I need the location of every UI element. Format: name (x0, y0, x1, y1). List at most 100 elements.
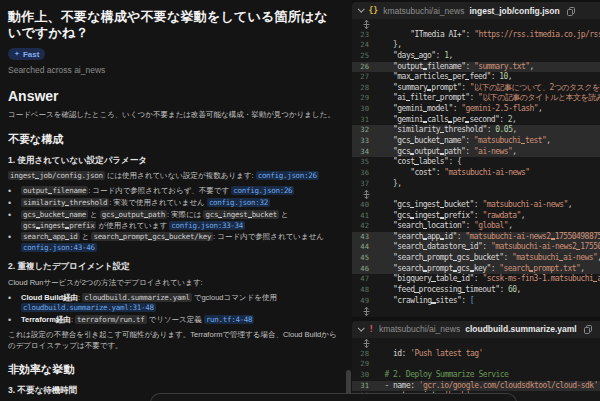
expand-lines-icon[interactable] (363, 339, 370, 348)
file-reference-link[interactable]: config.json:43-46 (21, 243, 97, 252)
code-file-block: {}kmatsubuchi/ai_newsingest_job/config.j… (352, 2, 600, 317)
file-reference-link[interactable]: config.json:26 (231, 186, 294, 195)
underscore-glyph (436, 100, 440, 101)
code-line: 43 "searchappid": "matsubuchi-ai-news217… (352, 232, 600, 243)
code-text: "costlabels": { (376, 157, 600, 168)
underscore-glyph (431, 281, 435, 282)
underscore-glyph (423, 68, 427, 69)
code-line: 37 }, (352, 179, 600, 190)
underscore-glyph (529, 270, 533, 271)
underscore-glyph (65, 227, 69, 228)
line-number: 28 (352, 83, 374, 94)
inline-code-chip: cloudbuild.summarize.yaml (82, 293, 191, 302)
inline-code-chip: searchpromptgcsbucket/key (91, 232, 213, 241)
file-code-body: 23 "ITmedia AI+": "https://rss.itmedia.c… (352, 19, 600, 317)
inline-code-chip: outputfilename (21, 186, 88, 195)
code-line: 46 "searchpromptgcskey": "searchprompt.t… (352, 264, 600, 275)
copy-icon[interactable] (567, 2, 575, 20)
code-line: 45 "searchpromptgcsbucket": "matsubuchia… (352, 253, 600, 264)
underscore-glyph (410, 79, 414, 80)
code-line: 40 "gcsingestbucket": "matsubuchi-ai-new… (352, 200, 600, 211)
file-reference-link[interactable]: config.json:32 (207, 198, 270, 207)
chevron-down-icon[interactable] (358, 325, 364, 331)
underscore-glyph (36, 227, 40, 228)
file-header[interactable]: {}kmatsubuchi/ai_newsingest_job/config.j… (352, 2, 600, 19)
underscore-glyph (521, 143, 525, 144)
code-line: 30 # 2. Deploy Summarize Service (352, 370, 600, 381)
answer-section-heading: 2. 重複したデプロイメント設定 (8, 261, 342, 273)
inline-code-chip: ingestjob/config.json (8, 171, 105, 180)
underscore-glyph (559, 260, 563, 261)
copy-icon[interactable] (584, 321, 592, 339)
file-header[interactable]: !kmatsubuchi/ai_newscloudbuild.summarize… (352, 321, 600, 338)
bold-label: Cloud Build経由 (21, 293, 78, 302)
underscore-glyph (406, 100, 410, 101)
underscore-glyph (218, 217, 222, 218)
code-text: # 2. Deploy Summarize Service (376, 370, 600, 381)
chevron-down-icon[interactable] (358, 6, 364, 12)
code-line: 23 "ITmedia AI+": "https://rss.itmedia.c… (352, 30, 600, 41)
code-text: }, (376, 40, 600, 51)
code-text: "outputfilename": "summary.txt", (376, 62, 600, 73)
bullet-marker: • (8, 198, 21, 208)
underscore-glyph (465, 249, 469, 250)
underscore-glyph (65, 217, 69, 218)
code-text: "cost": "matsubuchi-ai-news" (376, 168, 600, 179)
code-text: "ITmedia AI+": "https://rss.itmedia.co.j… (376, 30, 600, 41)
line-number: 30 (352, 370, 374, 381)
code-text: "geminicallspersecond": 2, (376, 115, 600, 126)
line-number: 35 (352, 157, 374, 168)
file-reference-link[interactable]: config.json:33-34 (169, 221, 245, 230)
line-number: 37 (352, 179, 374, 190)
answer-paragraph: これは設定の不整合を引き起こす可能性があります。Terraformで管理する場合… (8, 330, 342, 351)
followup-input[interactable] (150, 393, 517, 401)
underscore-glyph (457, 281, 461, 282)
code-line: 26 "outputfilename": "summary.txt", (352, 62, 600, 73)
line-number: 29 (352, 359, 374, 370)
code-fold-separator (352, 338, 600, 349)
line-number: 36 (352, 168, 374, 179)
code-file-block: !kmatsubuchi/ai_newscloudbuild.summarize… (352, 321, 600, 401)
underscore-glyph (423, 121, 427, 122)
underscore-glyph (423, 270, 427, 271)
code-line: 35 "costlabels": { (352, 157, 600, 168)
inline-code-chip: terraform/run.tf (75, 315, 146, 324)
underscore-glyph (470, 260, 474, 261)
underscore-glyph (423, 238, 427, 239)
underscore-glyph (36, 217, 40, 218)
line-number: 25 (352, 51, 374, 62)
code-line: 36 "cost": "matsubuchi-ai-news" (352, 168, 600, 179)
file-reference-link[interactable]: cloudbuild.summarize.yaml:31-48 (21, 303, 156, 312)
code-line: 31 "geminicallspersecond": 2, (352, 115, 600, 126)
line-number: 24 (352, 40, 374, 51)
underscore-glyph (119, 239, 123, 240)
code-text: "searchpromptgcsbucket": "matsubuchiai-n… (376, 253, 600, 264)
answer-bullet-item: •gcsbucketname と gcsoutputpath: 実際には gcs… (8, 210, 342, 231)
line-number: 30 (352, 104, 374, 115)
bullet-marker: • (8, 315, 21, 325)
code-text: - name: 'gcr.io/google.com/cloudsdktool/… (376, 381, 600, 392)
inline-code-chip: gcsoutputpath (100, 210, 167, 219)
answer-body: コードベースを確認したところ、いくつか不要または改善可能な構成・挙動が見つかりま… (8, 110, 342, 397)
code-text: "bigquerytableid": "scsk-ms-fin3-1.matsu… (376, 274, 600, 285)
bullet-marker: • (8, 232, 21, 253)
file-reference-link[interactable]: run.tf:4-48 (204, 315, 254, 324)
line-number: 47 (352, 274, 374, 285)
code-text: "gcsbucketname": "matsubuchitest", (376, 136, 600, 147)
file-reference-link[interactable]: config.json:26 (256, 171, 319, 180)
underscore-glyph (423, 228, 427, 229)
line-number: 49 (352, 296, 374, 307)
code-text: id: 'Push latest tag' (376, 349, 600, 360)
underscore-glyph (410, 207, 414, 208)
expand-lines-icon[interactable] (363, 20, 370, 29)
code-line: 41 "gcsingestprefix": "rawdata", (352, 211, 600, 222)
inline-code-chip: gcsingestprefix (21, 221, 96, 230)
line-number: 29 (352, 93, 374, 104)
underscore-glyph (165, 239, 169, 240)
expand-lines-icon[interactable] (363, 307, 370, 316)
gutter-expand-cell (352, 306, 374, 317)
expand-lines-icon[interactable] (363, 190, 370, 199)
code-line: 44 "searchdatastoreid": "matsubuchi-ai-n… (352, 242, 600, 253)
underscore-glyph (465, 121, 469, 122)
bullet-marker: • (8, 210, 21, 231)
